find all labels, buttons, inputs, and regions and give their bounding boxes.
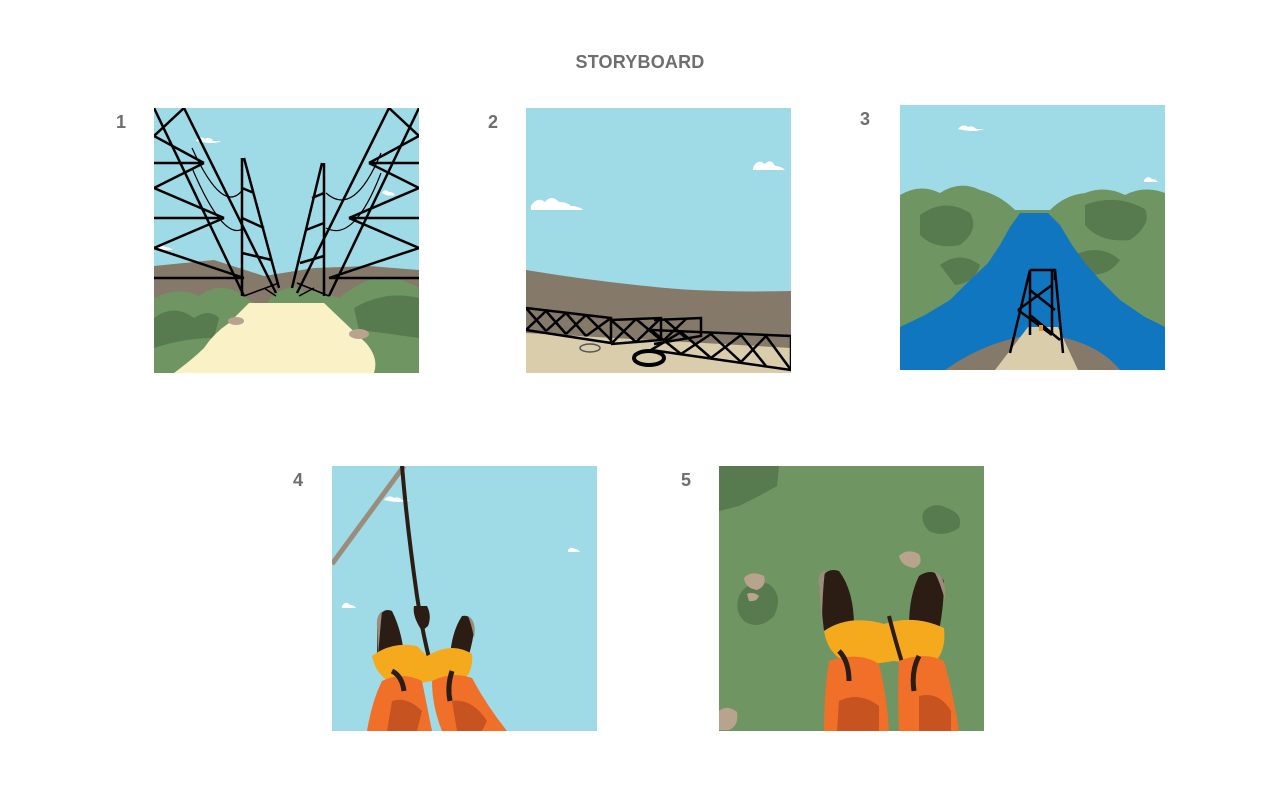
storyboard-panel-1[interactable] <box>154 108 419 373</box>
storyboard-panel-2[interactable] <box>526 108 791 373</box>
storyboard-panel-3[interactable] <box>900 105 1165 370</box>
panel-number-2: 2 <box>488 112 499 132</box>
panel-number-1: 1 <box>116 112 127 132</box>
storyboard-panel-4[interactable] <box>332 466 597 731</box>
zipline-ground-feet-illustration <box>719 466 984 731</box>
bridge-deck-illustration <box>526 108 791 373</box>
river-gorge-illustration <box>900 105 1165 370</box>
zipline-sky-feet-illustration <box>332 466 597 731</box>
storyboard-title: STORYBOARD <box>575 52 705 72</box>
panel-number-5: 5 <box>681 470 692 490</box>
panel-number-3: 3 <box>860 109 871 129</box>
storyboard-panel-5[interactable] <box>719 466 984 731</box>
panel-number-4: 4 <box>293 470 304 490</box>
bridge-towers-illustration <box>154 108 419 373</box>
